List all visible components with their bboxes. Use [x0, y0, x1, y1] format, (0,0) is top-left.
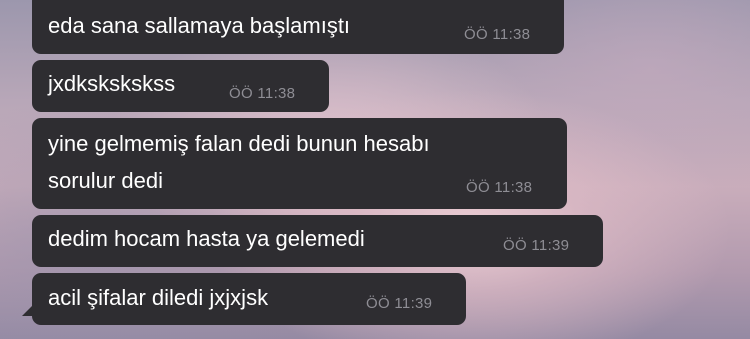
message-text: dedim hocam hasta ya gelemedi [48, 226, 365, 251]
message-text-line: yine gelmemiş falan dedi bunun hesabı [48, 131, 430, 156]
message-text: acil şifalar diledi jxjxjsk [48, 285, 269, 310]
message-bubble[interactable]: dedim hocam hasta ya gelemedi ÖÖ 11:39 [32, 215, 603, 267]
chat-thread: eda sana sallamaya başlamıştı ÖÖ 11:38 j… [0, 0, 750, 339]
message-bubble[interactable]: yine gelmemiş falan dedi bunun hesabı so… [32, 118, 567, 209]
message-text-line: sorulur dedi [48, 168, 163, 193]
message-bubble[interactable]: jxdkskskskss ÖÖ 11:38 [32, 60, 329, 112]
message-bubble[interactable]: eda sana sallamaya başlamıştı ÖÖ 11:38 [32, 0, 564, 54]
message-timestamp: ÖÖ 11:39 [503, 237, 570, 254]
message-timestamp: ÖÖ 11:38 [464, 26, 531, 43]
message-bubble[interactable]: acil şifalar diledi jxjxjsk ÖÖ 11:39 [32, 273, 466, 325]
message-timestamp: ÖÖ 11:38 [466, 179, 533, 196]
message-timestamp: ÖÖ 11:39 [366, 295, 433, 312]
message-text: jxdkskskskss [48, 71, 176, 96]
message-timestamp: ÖÖ 11:38 [229, 85, 296, 102]
message-text: eda sana sallamaya başlamıştı [48, 13, 351, 38]
